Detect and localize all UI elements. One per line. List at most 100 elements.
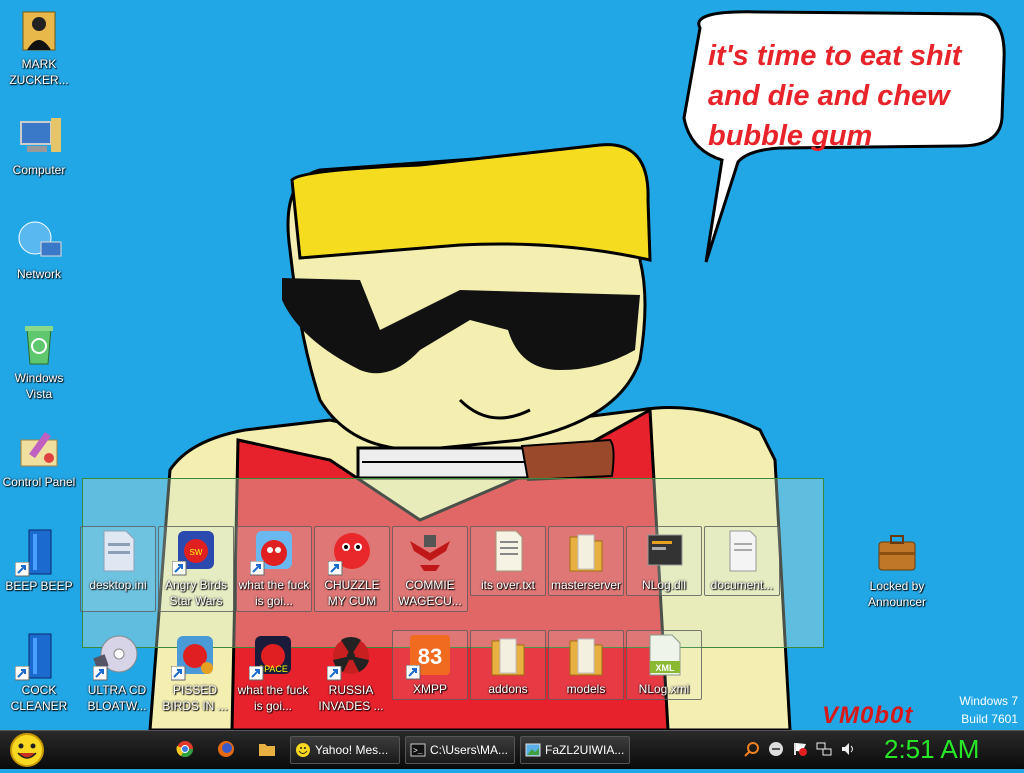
icon-label: desktop.ini [89, 578, 147, 592]
desktop-icon-angry-birds[interactable]: what the fuck is goi... [236, 526, 312, 612]
desktop-icon-network[interactable]: Network [2, 216, 76, 282]
desktop-icon-document[interactable]: document... [704, 526, 780, 596]
icon-label: RUSSIA INVADES ... [318, 683, 384, 713]
xampp-icon: 83 [406, 631, 454, 680]
desktop-icon-desktop-ini[interactable]: desktop.ini [80, 526, 156, 612]
speech-bubble-text: it's time to eat shit and die and chew b… [708, 36, 998, 156]
desktop-icon-models[interactable]: models [548, 630, 624, 700]
icon-label: Locked by Announcer [867, 579, 927, 609]
speech-line-2: and die and chew [708, 80, 950, 112]
icon-label: MARK ZUCKER... [9, 57, 69, 87]
radiation-icon [327, 632, 375, 681]
taskbar: Yahoo! Mes... >_ C:\Users\MA... FaZL2UIW… [0, 730, 1024, 769]
icon-label: document... [710, 578, 774, 592]
taskbar-clock[interactable]: 2:51 AM [884, 733, 979, 765]
shortcut-arrow-icon [327, 666, 342, 681]
desktop-icon-chuzzle[interactable]: CHUZZLE MY CUM [314, 526, 390, 612]
chuzzle-icon [328, 527, 376, 576]
desktop-icon-its-over-txt[interactable]: its over.txt [470, 526, 546, 596]
svg-text:XML: XML [656, 663, 676, 673]
angry-birds-icon [250, 527, 298, 576]
xml-file-icon: XML [640, 631, 688, 679]
angry-birds-starwars-icon: SW [172, 527, 220, 576]
desktop-icon-computer[interactable]: Computer [2, 112, 76, 178]
desktop-icon-control-panel[interactable]: Control Panel [2, 424, 76, 490]
document-file-icon [718, 527, 766, 575]
desktop-icon-cock-cleaner[interactable]: COCK CLEANER [2, 632, 76, 714]
desktop-icon-masterserver[interactable]: masterserver [548, 526, 624, 596]
recycle-bin-icon [15, 320, 63, 368]
icon-label: Control Panel [2, 475, 76, 489]
icon-label: NLog.dll [641, 578, 687, 592]
tray-action-center[interactable] [792, 741, 808, 757]
chrome-icon [176, 741, 194, 758]
desktop-icon-angry-birds-star-wars[interactable]: SW Angry Birds Star Wars [158, 526, 234, 612]
task-image-viewer[interactable]: FaZL2UIWIA... [520, 736, 630, 764]
icon-label: BEEP BEEP [5, 579, 73, 593]
quick-launch-chrome[interactable] [176, 740, 194, 758]
wallpaper-signature: VM0b0t [822, 702, 914, 729]
icon-label: what the fuck is goi... [238, 578, 310, 608]
task-yahoo-messenger[interactable]: Yahoo! Mes... [290, 736, 400, 764]
desktop-icon-beep-beep[interactable]: BEEP BEEP [2, 528, 76, 594]
task-label: Yahoo! Mes... [315, 743, 389, 757]
task-label: FaZL2UIWIA... [545, 743, 625, 757]
desktop-icon-pissed-birds[interactable]: PISSED BIRDS IN ... [158, 632, 232, 714]
icon-label: its over.txt [480, 578, 536, 592]
search-icon [744, 742, 759, 757]
network-tray-icon [816, 742, 832, 756]
shortcut-arrow-icon [93, 666, 108, 681]
console-icon: >_ [410, 743, 426, 757]
shortcut-arrow-icon [249, 666, 264, 681]
icon-label: masterserver [550, 578, 621, 592]
cd-icon [93, 632, 141, 681]
task-label: C:\Users\MA... [430, 743, 509, 757]
desktop-icon-addons[interactable]: addons [470, 630, 546, 700]
desktop-icon-commie-wagecu[interactable]: COMMIE WAGECU... [392, 526, 468, 612]
quick-launch-firefox[interactable] [217, 740, 235, 758]
firefox-icon [218, 741, 234, 757]
tray-volume[interactable] [840, 741, 856, 757]
network-icon [15, 216, 63, 264]
quick-launch-explorer[interactable] [258, 740, 276, 758]
eagle-emblem-icon [406, 527, 454, 575]
control-panel-icon [15, 424, 63, 472]
build-watermark: Build 7601 [961, 712, 1018, 726]
folder-icon [484, 631, 532, 679]
desktop-icon-russia-invades[interactable]: RUSSIA INVADES ... [314, 632, 388, 714]
folder-person-icon [15, 6, 63, 54]
task-command-prompt[interactable]: >_ C:\Users\MA... [405, 736, 515, 764]
os-watermark: Windows 7 [959, 694, 1018, 708]
start-button[interactable] [8, 732, 46, 768]
shortcut-arrow-icon [328, 561, 343, 576]
svg-text:SW: SW [190, 548, 203, 557]
blue-book-icon [15, 632, 63, 681]
shortcut-arrow-icon [406, 665, 421, 680]
icon-label: Windows Vista [14, 371, 64, 401]
desktop-icon-angry-birds-space[interactable]: SPACE what the fuck is goi... [236, 632, 310, 714]
shortcut-arrow-icon [250, 561, 265, 576]
desktop-icon-locked-by-announcer[interactable]: Locked by Announcer [860, 528, 934, 610]
desktop-icon-nlog-xml[interactable]: XML NLog.xml [626, 630, 702, 700]
speech-line-1: it's time to eat shit [708, 40, 962, 72]
desktop[interactable]: it's time to eat shit and die and chew b… [0, 0, 1024, 730]
tray-search[interactable] [744, 741, 760, 757]
tray-status[interactable] [768, 741, 784, 757]
tray-network[interactable] [816, 741, 832, 757]
icon-label: NLog.xml [638, 682, 690, 696]
icon-label: COCK CLEANER [10, 683, 68, 713]
desktop-icon-nlog-dll[interactable]: NLog.dll [626, 526, 702, 596]
shortcut-arrow-icon [15, 562, 30, 577]
desktop-icon-xmpp[interactable]: 83 XMPP [392, 630, 468, 700]
icon-label: XMPP [412, 682, 447, 696]
icon-label: ULTRA CD BLOATW... [87, 683, 147, 713]
desktop-icon-windows-vista[interactable]: Windows Vista [2, 320, 76, 402]
minus-circle-icon [769, 742, 783, 756]
desktop-icon-mark-zucker[interactable]: MARK ZUCKER... [2, 6, 76, 88]
desktop-icon-ultra-cd[interactable]: ULTRA CD BLOATW... [80, 632, 154, 714]
icon-label: what the fuck is goi... [237, 683, 309, 713]
angry-birds-space-icon [171, 632, 219, 681]
action-center-flag-icon [794, 743, 807, 756]
image-file-icon [525, 743, 541, 757]
icon-label: COMMIE WAGECU... [398, 578, 462, 608]
